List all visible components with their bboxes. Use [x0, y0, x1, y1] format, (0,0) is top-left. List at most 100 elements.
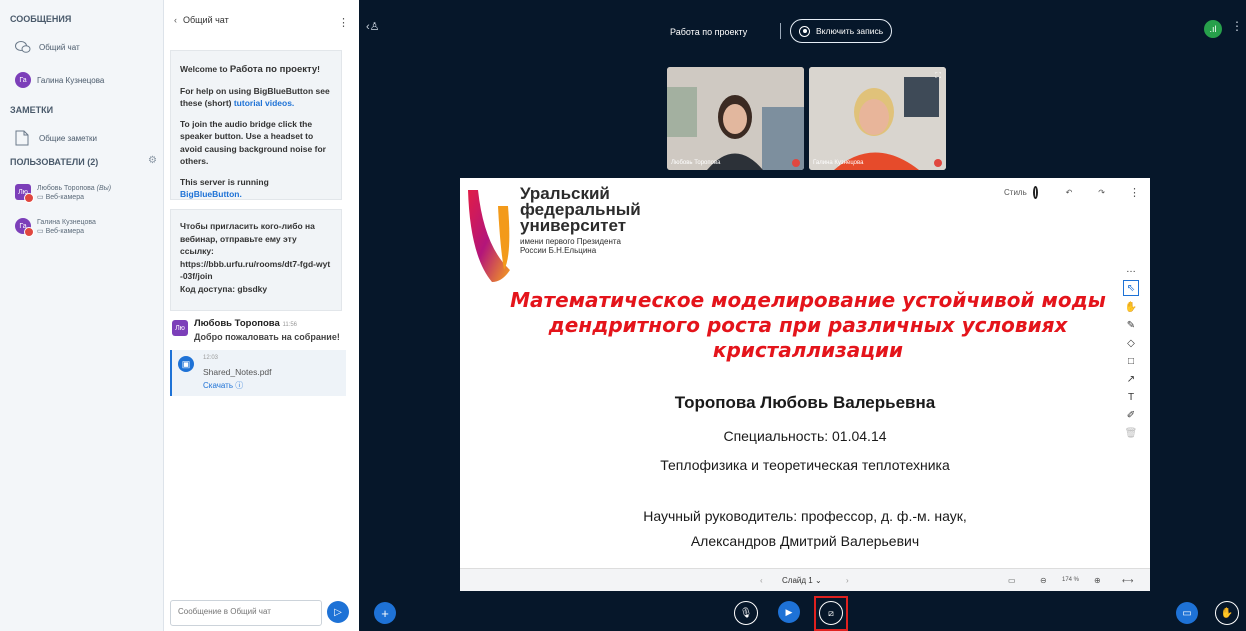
text-tool-icon[interactable]: T: [1124, 390, 1138, 404]
style-label: Стиль: [1004, 187, 1027, 197]
file-time: 12:03: [203, 355, 219, 361]
user-list-item[interactable]: Лю Любовь Торопова (Вы) ▭ Веб-камера: [15, 184, 112, 203]
muted-icon: [792, 159, 800, 167]
slide-specialty: Специальность: 01.04.14: [723, 428, 887, 444]
webcam-image: [667, 67, 804, 170]
user-list-item[interactable]: Га Галина Кузнецова ▭ Веб-камера: [15, 218, 96, 237]
slide-select[interactable]: Слайд 1 ⌄: [782, 576, 822, 585]
more-options-icon[interactable]: ⋮: [338, 16, 349, 29]
connection-status-icon[interactable]: .ıl: [1204, 20, 1222, 38]
divider: [780, 23, 781, 39]
zoom-in-icon[interactable]: ⊕: [1094, 576, 1101, 585]
urfu-logo: [468, 190, 510, 282]
send-button[interactable]: ▷: [327, 601, 349, 623]
video-username: Любовь Торопова: [671, 160, 721, 166]
mic-muted-icon: 🎙: [739, 607, 753, 619]
university-subtitle: имени первого Президента России Б.Н.Ельц…: [520, 237, 621, 255]
presentation-icon: ▭: [1182, 607, 1192, 619]
webcam-video[interactable]: Любовь Торопова: [667, 67, 804, 170]
file-name: Shared_Notes.pdf: [203, 367, 272, 377]
more-tools-icon[interactable]: …: [1124, 262, 1138, 276]
user-name: Любовь Торопова: [37, 185, 95, 192]
you-tag: (Вы): [96, 185, 112, 192]
shared-notes-item[interactable]: Общие заметки: [15, 130, 97, 146]
chat-back-button[interactable]: ‹ Общий чат: [174, 15, 229, 25]
undo-icon[interactable]: ↶: [1066, 188, 1073, 197]
bigbluebutton-link[interactable]: BigBlueButton.: [180, 189, 242, 199]
pencil-tool-icon[interactable]: ✎: [1124, 318, 1138, 332]
hand-tool-icon[interactable]: ✋: [1124, 300, 1138, 314]
record-button[interactable]: Включить запись: [790, 19, 893, 43]
avatar: Лю: [15, 184, 34, 203]
rectangle-tool-icon[interactable]: □: [1124, 354, 1138, 368]
tutorial-link[interactable]: tutorial videos.: [234, 98, 294, 108]
chat-input-wrapper: [170, 600, 322, 626]
private-chat-label: Галина Кузнецова: [37, 75, 105, 85]
download-link[interactable]: Скачать ⓘ: [203, 380, 243, 391]
slide-field: Теплофизика и теоретическая теплотехника: [660, 457, 950, 473]
university-name: Уральский федеральный университет: [520, 184, 641, 235]
user-status: Веб-камера: [45, 194, 84, 201]
webcam-icon: ▭: [37, 194, 46, 201]
screen-share-icon: ⧄: [828, 607, 834, 618]
options-icon[interactable]: ⋮: [1231, 19, 1243, 33]
notes-header: ЗАМЕТКИ: [10, 105, 54, 115]
arrow-tool-icon[interactable]: ↗: [1124, 372, 1138, 386]
user-list-toggle-icon[interactable]: ‹♙: [366, 20, 380, 33]
chat-input[interactable]: [176, 606, 320, 617]
muted-icon: [934, 159, 942, 167]
camera-icon: ▶: [785, 606, 793, 617]
messages-header: СООБЩЕНИЯ: [10, 14, 72, 24]
fit-page-icon[interactable]: ▭: [1008, 576, 1016, 585]
info-icon: ⓘ: [235, 381, 244, 390]
eraser-tool-icon[interactable]: ◇: [1124, 336, 1138, 350]
gear-icon[interactable]: ⚙: [148, 155, 157, 166]
actions-button[interactable]: +: [374, 602, 396, 624]
slide-title: Математическое моделирование устойчивой …: [510, 288, 1106, 362]
webcam-image: [809, 67, 946, 170]
invite-link[interactable]: https://bbb.urfu.ru/rooms/dt7-fgd-wyt-03…: [180, 258, 332, 283]
file-message: ▣ 12:03 Shared_Notes.pdf Скачать ⓘ: [170, 350, 346, 396]
avatar: Га: [15, 218, 34, 237]
trash-icon[interactable]: 🗑: [1124, 426, 1138, 440]
muted-icon: [24, 227, 34, 237]
fit-width-icon[interactable]: ⟷: [1122, 576, 1133, 585]
users-header: ПОЛЬЗОВАТЕЛИ (2): [10, 157, 99, 167]
raise-hand-button[interactable]: ✋: [1215, 601, 1239, 625]
slide-controls: ‹ Слайд 1 ⌄ › ▭ ⊖ 174 % ⊕ ⟷: [460, 568, 1150, 591]
shared-notes-label: Общие заметки: [39, 133, 97, 143]
slide-author: Торопова Любовь Валерьевна: [674, 393, 936, 412]
whiteboard-toolbar: … ⇖ ✋ ✎ ◇ □ ↗ T ✐ 🗑: [1118, 258, 1144, 444]
private-chat-item[interactable]: Га Галина Кузнецова: [15, 72, 104, 88]
webcam-video[interactable]: Галина Кузнецова ⛶: [809, 67, 946, 170]
camera-button[interactable]: ▶: [778, 601, 800, 623]
pointer-tool-icon[interactable]: ⇖: [1123, 280, 1139, 296]
screen-share-button[interactable]: ⧄: [819, 601, 843, 625]
zoom-out-icon[interactable]: ⊖: [1040, 576, 1047, 585]
meeting-name: Работа по проекту: [229, 64, 318, 75]
audio-info: To join the audio bridge click the speak…: [180, 118, 326, 167]
left-sidebar: СООБЩЕНИЯ Общий чат Га Галина Кузнецова …: [0, 0, 164, 631]
fullscreen-icon[interactable]: ⛶: [935, 71, 941, 81]
sticky-note-icon[interactable]: ✐: [1124, 408, 1138, 422]
redo-icon[interactable]: ↷: [1098, 188, 1105, 197]
muted-icon: [24, 193, 34, 203]
chevron-left-icon: ‹: [174, 15, 177, 25]
video-username: Галина Кузнецова: [813, 160, 864, 166]
message-text: Добро пожаловать на собрание!: [194, 332, 340, 342]
next-slide-icon[interactable]: ›: [846, 576, 849, 585]
more-options-icon[interactable]: ⋮: [1129, 186, 1140, 199]
send-icon: ▷: [334, 606, 342, 618]
presentation-toggle-button[interactable]: ▭: [1176, 602, 1198, 624]
document-icon: [15, 130, 31, 146]
mic-button[interactable]: 🎙: [734, 601, 758, 625]
toolbar-top: Стиль ↶ ↷ ⋮: [990, 181, 1140, 203]
public-chat-label: Общий чат: [39, 42, 80, 52]
slide-advisor-2: Александров Дмитрий Валерьевич: [690, 533, 920, 549]
style-circle-icon[interactable]: [1032, 185, 1038, 199]
slide-advisor-1: Научный руководитель: профессор, д. ф.-м…: [643, 508, 967, 524]
public-chat-item[interactable]: Общий чат: [15, 40, 80, 54]
user-name: Галина Кузнецова: [37, 219, 96, 226]
prev-slide-icon[interactable]: ‹: [760, 576, 763, 585]
chat-title: Общий чат: [183, 15, 229, 25]
